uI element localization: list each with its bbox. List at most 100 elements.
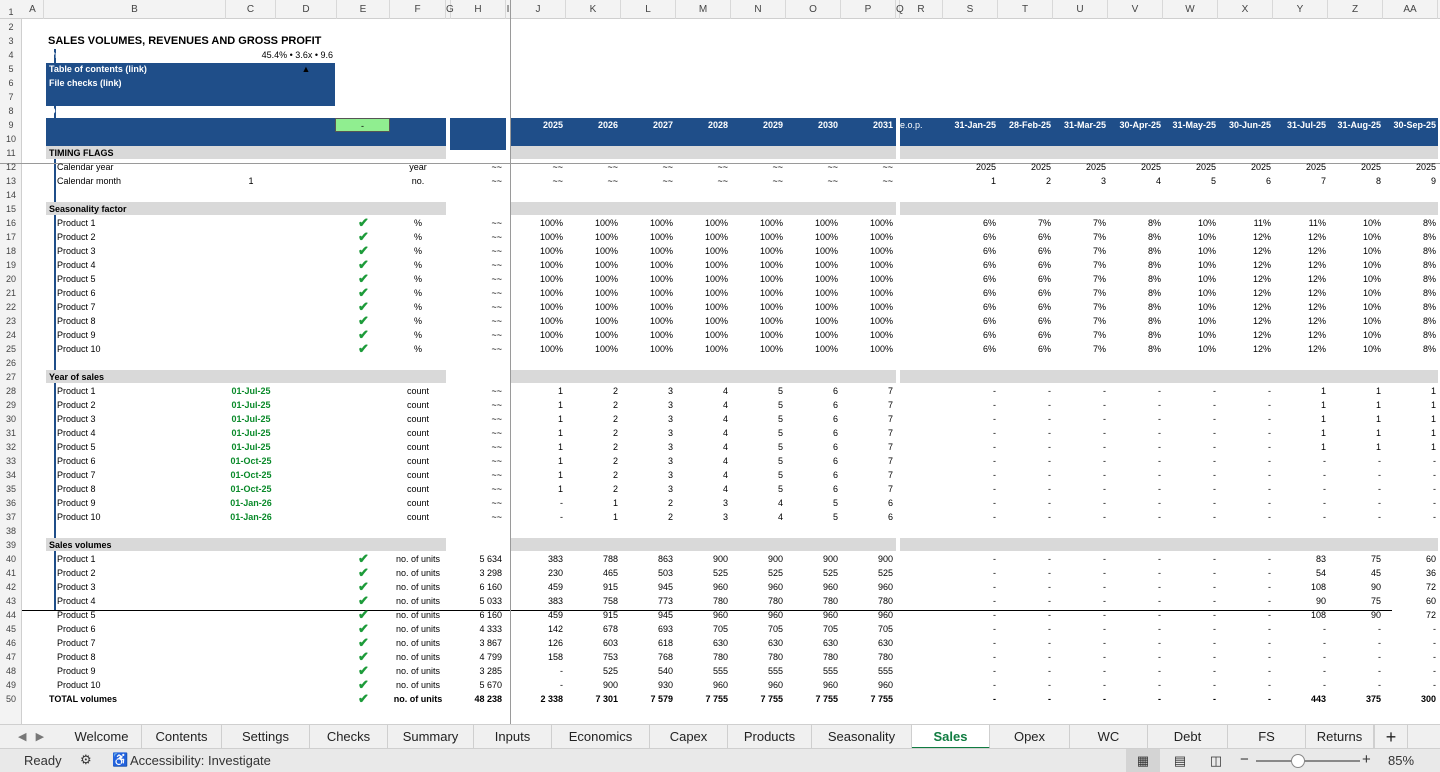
const1-value[interactable]: 01-Oct-25 — [226, 482, 276, 496]
monthly-value[interactable]: 10% — [1328, 258, 1381, 272]
cell-area[interactable]: 1 2 3 4 5 6 7 8 9 10 11 12 13 14 15 16 17 18 19 20 21 22 23 24 2… — [0, 0, 1440, 724]
annual-value[interactable]: 100% — [731, 244, 783, 258]
annual-value[interactable]: 2 — [566, 482, 618, 496]
header-check[interactable]: Check — [337, 104, 390, 118]
units-cell[interactable]: no. of units — [390, 594, 446, 608]
annual-value[interactable]: 7 — [841, 482, 893, 496]
annual-value[interactable]: 7 755 — [786, 692, 838, 706]
row-label[interactable]: Product 10 — [57, 678, 217, 692]
monthly-value[interactable]: 12% — [1218, 314, 1271, 328]
monthly-value[interactable]: - — [1053, 692, 1106, 706]
annual-value[interactable]: - — [511, 664, 563, 678]
monthly-value[interactable]: - — [943, 440, 996, 454]
monthly-value[interactable]: - — [1328, 510, 1381, 524]
annual-value[interactable]: 4 — [676, 398, 728, 412]
monthly-value[interactable]: - — [1383, 468, 1436, 482]
row-number[interactable]: 18 — [0, 244, 22, 258]
monthly-value[interactable]: - — [943, 636, 996, 650]
monthly-value[interactable]: - — [1383, 664, 1436, 678]
annual-value[interactable]: 100% — [731, 216, 783, 230]
monthly-value[interactable]: - — [1053, 426, 1106, 440]
year-header[interactable]: 2031 — [841, 118, 893, 132]
bop-date[interactable]: 01-Jun-25 — [1218, 104, 1271, 118]
annual-value[interactable]: 6 — [841, 496, 893, 510]
row-label[interactable]: Calendar month — [57, 174, 217, 188]
monthly-value[interactable]: - — [1053, 510, 1106, 524]
monthly-value[interactable]: 10% — [1328, 328, 1381, 342]
units-cell[interactable]: count — [390, 454, 446, 468]
monthly-value[interactable]: 4 — [1108, 174, 1161, 188]
monthly-value[interactable]: - — [1108, 678, 1161, 692]
annual-value[interactable]: 100% — [786, 328, 838, 342]
total-cell[interactable]: 4 333 — [451, 622, 502, 636]
monthly-value[interactable]: - — [1163, 678, 1216, 692]
annual-value[interactable]: 2 338 — [511, 692, 563, 706]
annual-value[interactable]: 525 — [841, 566, 893, 580]
check-ok-icon[interactable]: ✔ — [337, 272, 390, 286]
annual-value[interactable]: ~~ — [841, 160, 893, 174]
row-label[interactable]: Product 8 — [57, 482, 217, 496]
total-cell[interactable]: ~~ — [451, 230, 502, 244]
monthly-value[interactable]: 2025 — [1218, 160, 1271, 174]
annual-value[interactable]: 100% — [621, 272, 673, 286]
monthly-value[interactable]: 10% — [1328, 272, 1381, 286]
monthly-value[interactable]: - — [1163, 454, 1216, 468]
row-label[interactable]: Product 4 — [57, 258, 217, 272]
monthly-value[interactable]: 108 — [1273, 608, 1326, 622]
annual-value[interactable]: 693 — [621, 622, 673, 636]
annual-value[interactable]: 960 — [676, 608, 728, 622]
monthly-value[interactable]: - — [1328, 482, 1381, 496]
toc-link[interactable]: Table of contents (link) — [49, 62, 224, 76]
monthly-value[interactable]: 1 — [1273, 384, 1326, 398]
monthly-value[interactable]: 10% — [1163, 258, 1216, 272]
monthly-value[interactable]: 1 — [1273, 412, 1326, 426]
monthly-value[interactable]: - — [943, 426, 996, 440]
zoom-out-button[interactable]: − — [1240, 751, 1249, 768]
annual-value[interactable]: 142 — [511, 622, 563, 636]
monthly-value[interactable]: 6% — [998, 328, 1051, 342]
check-ok-icon[interactable]: ✔ — [337, 678, 390, 692]
section-title[interactable]: Seasonality factor — [49, 202, 249, 216]
annual-value[interactable]: 2 — [566, 398, 618, 412]
annual-value[interactable]: 900 — [566, 678, 618, 692]
annual-value[interactable]: 100% — [511, 258, 563, 272]
monthly-value[interactable]: - — [998, 398, 1051, 412]
total-cell[interactable]: 5 670 — [451, 678, 502, 692]
annual-value[interactable]: 100% — [731, 258, 783, 272]
year-header[interactable]: 2027 — [621, 118, 673, 132]
annual-value[interactable]: 555 — [841, 664, 893, 678]
const1-value[interactable]: 01-Jul-25 — [226, 426, 276, 440]
monthly-value[interactable]: 8% — [1383, 216, 1436, 230]
monthly-value[interactable]: 2025 — [1383, 160, 1436, 174]
row-number[interactable]: 46 — [0, 636, 22, 650]
monthly-value[interactable]: 7% — [1053, 286, 1106, 300]
row-number[interactable]: 33 — [0, 454, 22, 468]
annual-value[interactable]: 100% — [841, 244, 893, 258]
monthly-value[interactable]: - — [1108, 594, 1161, 608]
annual-value[interactable]: 7 755 — [841, 692, 893, 706]
bop-date[interactable]: 01-Apr-25 — [1108, 104, 1161, 118]
units-cell[interactable]: % — [390, 300, 446, 314]
tab-debt[interactable]: Debt — [1148, 725, 1228, 749]
row-number[interactable]: 40 — [0, 552, 22, 566]
zoom-slider[interactable] — [1256, 760, 1360, 762]
annual-value[interactable]: 780 — [676, 650, 728, 664]
monthly-value[interactable]: 1 — [1383, 440, 1436, 454]
year-header[interactable]: 2030 — [786, 118, 838, 132]
total-row-label[interactable]: TOTAL volumes — [49, 692, 209, 706]
annual-value[interactable]: 7 579 — [621, 692, 673, 706]
annual-value[interactable]: 100% — [621, 328, 673, 342]
annual-value[interactable]: 2 — [566, 384, 618, 398]
monthly-value[interactable]: - — [1383, 622, 1436, 636]
annual-value[interactable]: 1 — [511, 412, 563, 426]
monthly-value[interactable]: - — [943, 608, 996, 622]
monthly-value[interactable]: - — [1218, 426, 1271, 440]
annual-value[interactable]: 4 — [676, 426, 728, 440]
monthly-value[interactable]: 72 — [1383, 580, 1436, 594]
annual-value[interactable]: 900 — [841, 552, 893, 566]
row-label[interactable]: Product 10 — [57, 510, 217, 524]
monthly-value[interactable]: - — [1163, 566, 1216, 580]
annual-value[interactable]: 465 — [566, 566, 618, 580]
monthly-value[interactable]: - — [1383, 454, 1436, 468]
row-number[interactable]: 17 — [0, 230, 22, 244]
